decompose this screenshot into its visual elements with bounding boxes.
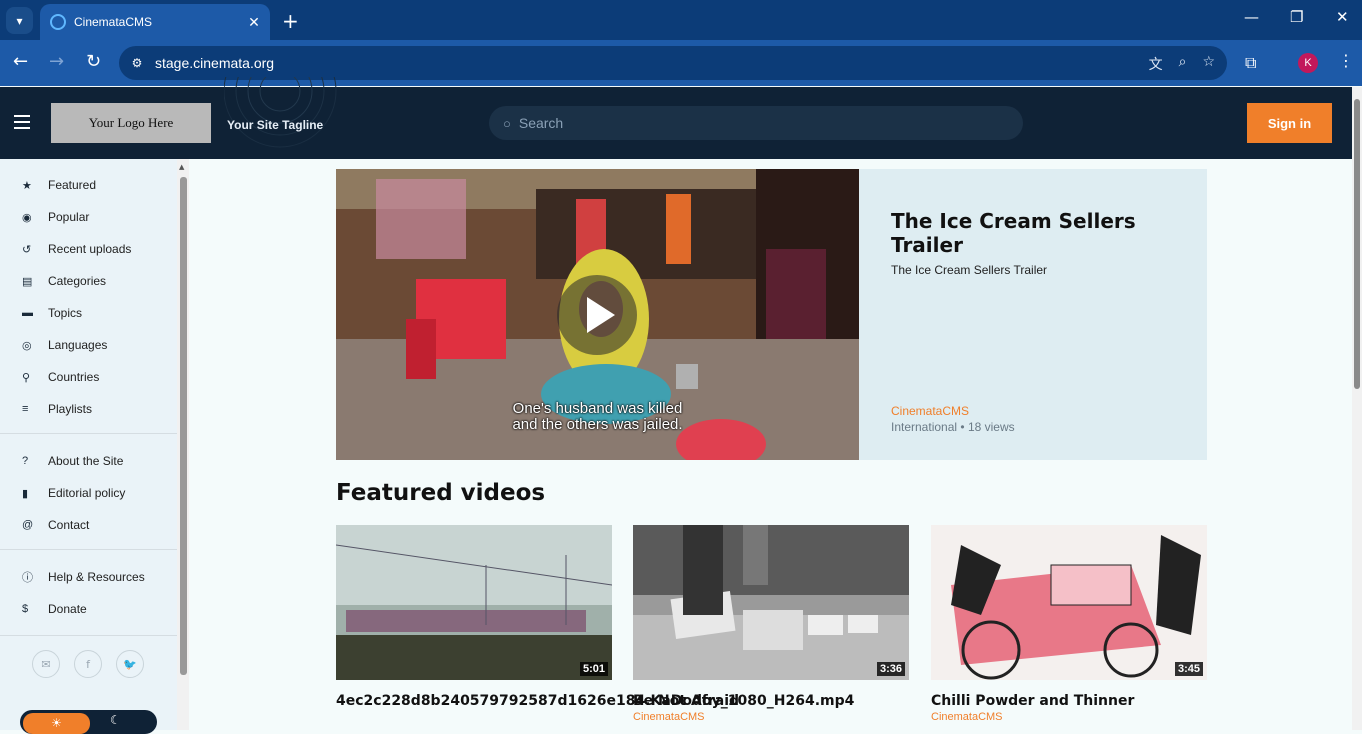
search-input[interactable]: ○ Search (489, 106, 1023, 140)
video-duration: 3:45 (1174, 662, 1203, 676)
sidebar-divider (0, 549, 177, 550)
tab-search-button[interactable]: ▾ (6, 7, 33, 34)
decorative-circles-icon (224, 77, 337, 148)
email-icon[interactable]: ✉ (32, 650, 60, 678)
extensions-icon[interactable]: ⧉ (1245, 53, 1256, 73)
dark-mode-icon[interactable]: ☾ (110, 713, 121, 727)
sidebar-scrollbar-thumb[interactable] (180, 177, 187, 675)
hamburger-menu-icon[interactable] (14, 115, 30, 133)
sidebar-item-about[interactable]: ? About the Site (0, 445, 177, 477)
page-scrollbar[interactable] (1352, 87, 1362, 730)
video-title[interactable]: 4ec2c228d8b240579792587d1626e184.KaDodoy… (336, 693, 854, 709)
play-icon (587, 297, 615, 333)
at-icon: @ (22, 519, 34, 531)
trending-icon: ◉ (22, 211, 32, 224)
browser-toolbar: ← → ↻ ⚙ stage.cinemata.org 文 ⌕ ☆ (0, 40, 1362, 86)
video-card[interactable]: 5:01 4ec2c228d8b240579792587d1626e184.Ka… (336, 525, 854, 709)
site-header: Your Logo Here Your Site Tagline ○ Searc… (0, 77, 1352, 159)
zoom-icon[interactable]: ⌕ (1179, 54, 1187, 74)
facebook-icon[interactable]: f (74, 650, 102, 678)
page-scrollbar-thumb[interactable] (1354, 99, 1360, 389)
back-icon[interactable]: ← (13, 51, 28, 72)
forward-icon[interactable]: → (49, 51, 64, 72)
twitter-icon[interactable]: 🐦 (116, 650, 144, 678)
sidebar-item-editorial-policy[interactable]: ▮ Editorial policy (0, 477, 177, 509)
sidebar-item-categories[interactable]: ▤ Categories (0, 265, 177, 297)
hero-meta: International • 18 views (891, 420, 1015, 434)
browser-menu-icon[interactable]: ⋮ (1338, 51, 1354, 70)
video-author[interactable]: CinemataCMS (633, 711, 909, 723)
site-settings-icon[interactable]: ⚙ (119, 56, 155, 70)
sidebar-item-featured[interactable]: ★ Featured (0, 169, 177, 201)
site-tagline: Your Site Tagline (227, 118, 324, 132)
info-icon: ⓘ (22, 572, 33, 584)
dollar-icon: $ (22, 603, 29, 615)
address-bar[interactable]: ⚙ stage.cinemata.org 文 ⌕ ☆ (119, 46, 1227, 80)
chat-icon: ▬ (22, 307, 33, 319)
sidebar-item-playlists[interactable]: ≡ Playlists (0, 393, 177, 425)
search-placeholder: Search (518, 115, 564, 131)
help-icon: ? (22, 455, 29, 467)
sidebar-item-recent-uploads[interactable]: ↺ Recent uploads (0, 233, 177, 265)
url-text: stage.cinemata.org (155, 55, 275, 71)
sidebar-item-donate[interactable]: $ Donate (0, 593, 177, 625)
minimize-icon[interactable]: — (1244, 8, 1259, 26)
video-title[interactable]: Be Not Afraid (633, 693, 909, 709)
signin-button[interactable]: Sign in (1247, 103, 1332, 143)
site-favicon-icon (50, 14, 66, 30)
section-title: Featured videos (336, 480, 546, 506)
sidebar-scrollbar[interactable]: ▲ (177, 159, 189, 730)
globe-icon: ◎ (22, 339, 32, 352)
new-tab-icon[interactable]: + (282, 9, 299, 33)
light-mode-icon[interactable]: ☀ (23, 713, 90, 734)
folder-icon: ▤ (22, 275, 33, 288)
video-card[interactable]: 3:45 Chilli Powder and Thinner CinemataC… (931, 525, 1207, 723)
translate-icon[interactable]: 文 (1149, 54, 1163, 74)
sidebar-divider (0, 433, 177, 434)
video-card[interactable]: 3:36 Be Not Afraid CinemataCMS (633, 525, 909, 723)
hero-video-player[interactable]: One's husband was killed and the others … (336, 169, 859, 460)
play-button[interactable] (557, 275, 637, 355)
history-icon: ↺ (22, 243, 32, 256)
sidebar-item-topics[interactable]: ▬ Topics (0, 297, 177, 329)
video-duration: 5:01 (579, 662, 608, 676)
video-thumbnail[interactable]: 3:45 (931, 525, 1207, 680)
star-icon: ★ (22, 179, 32, 192)
playlist-icon: ≡ (22, 403, 29, 415)
sidebar-item-countries[interactable]: ⚲ Countries (0, 361, 177, 393)
profile-avatar[interactable]: K (1298, 53, 1318, 73)
sidebar-item-popular[interactable]: ◉ Popular (0, 201, 177, 233)
sidebar: ★ Featured ◉ Popular ↺ Recent uploads ▤ Cate… (0, 159, 177, 734)
hero-info-panel: The Ice Cream Sellers Trailer The Ice Cr… (859, 169, 1207, 460)
video-thumbnail[interactable]: 5:01 (336, 525, 612, 680)
video-caption: One's husband was killed and the others … (512, 400, 683, 433)
restore-icon[interactable]: ❐ (1290, 8, 1303, 26)
sidebar-item-contact[interactable]: @ Contact (0, 509, 177, 541)
document-icon: ▮ (22, 487, 29, 500)
tab-title: CinemataCMS (74, 15, 153, 29)
site-logo[interactable]: Your Logo Here (51, 103, 211, 143)
sidebar-item-languages[interactable]: ◎ Languages (0, 329, 177, 361)
search-icon: ○ (503, 115, 511, 131)
scroll-up-icon[interactable]: ▲ (179, 163, 184, 171)
hero-description: The Ice Cream Sellers Trailer (891, 263, 1048, 277)
sidebar-item-help[interactable]: ⓘ Help & Resources (0, 561, 177, 593)
reload-icon[interactable]: ↻ (86, 51, 101, 72)
video-duration: 3:36 (876, 662, 905, 676)
pin-icon: ⚲ (22, 371, 31, 384)
video-author[interactable]: CinemataCMS (931, 711, 1207, 723)
theme-toggle[interactable]: ☀ ☾ (20, 710, 157, 734)
hero-category[interactable]: International (891, 420, 957, 434)
hero-title[interactable]: The Ice Cream Sellers Trailer (891, 209, 1207, 257)
tab-close-icon[interactable]: ✕ (244, 14, 264, 31)
video-thumbnail[interactable]: 3:36 (633, 525, 909, 680)
bookmark-star-icon[interactable]: ☆ (1202, 54, 1215, 74)
browser-tab[interactable]: CinemataCMS ✕ (40, 4, 270, 40)
window-close-icon[interactable]: ✕ (1336, 8, 1349, 26)
hero-author-link[interactable]: CinemataCMS (891, 404, 969, 418)
hero-views: 18 views (967, 420, 1015, 434)
browser-tab-bar: ▾ CinemataCMS ✕ + — ❐ ✕ (0, 0, 1362, 40)
video-title[interactable]: Chilli Powder and Thinner (931, 693, 1207, 709)
sidebar-divider (0, 635, 177, 636)
